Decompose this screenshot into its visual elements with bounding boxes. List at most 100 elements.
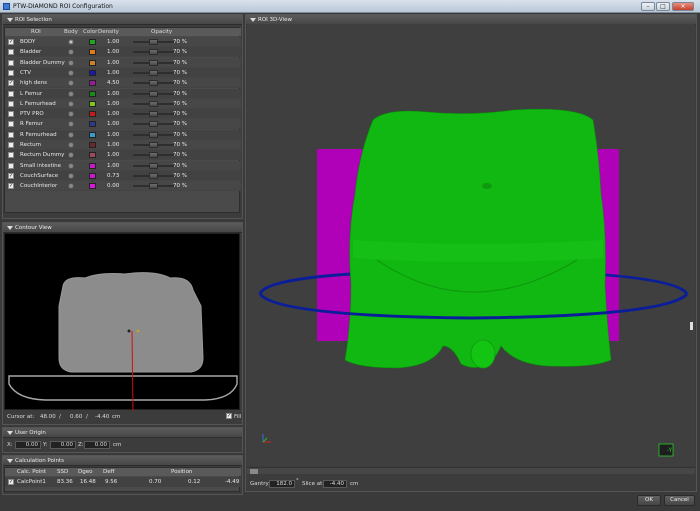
roi-opacity-slider-knob[interactable] bbox=[149, 162, 158, 169]
roi-body-radio[interactable] bbox=[68, 152, 74, 159]
roi-color-swatch[interactable] bbox=[89, 131, 96, 138]
roi-opacity-slider-knob[interactable] bbox=[149, 111, 158, 118]
roi-opacity-slider-knob[interactable] bbox=[149, 90, 158, 97]
roi-row[interactable]: ✓ high dens 4.50 70 % bbox=[5, 78, 241, 89]
roi-selection-header[interactable]: ROI Selection bbox=[3, 15, 242, 25]
roi-density[interactable]: 1.00 bbox=[107, 121, 119, 127]
contour-canvas[interactable] bbox=[4, 233, 240, 413]
roi-body-radio[interactable] bbox=[68, 59, 74, 66]
roi-color-swatch[interactable] bbox=[89, 100, 96, 107]
maximize-button[interactable]: □ bbox=[656, 2, 670, 11]
roi-row[interactable]: L Femurhead 1.00 70 % bbox=[5, 98, 241, 109]
user-origin-header[interactable]: User Origin bbox=[3, 428, 242, 438]
fill-checkbox[interactable]: ✓ bbox=[226, 413, 232, 419]
roi-color-swatch[interactable] bbox=[89, 121, 96, 128]
roi-color-swatch[interactable] bbox=[89, 152, 96, 159]
roi-visible-checkbox[interactable]: ✓ bbox=[8, 80, 14, 87]
roi-opacity-slider[interactable] bbox=[133, 152, 175, 159]
roi-visible-checkbox[interactable]: ✓ bbox=[8, 39, 14, 45]
roi-body-radio[interactable] bbox=[68, 69, 74, 76]
cancel-button[interactable]: Cancel bbox=[664, 495, 695, 506]
roi-density[interactable]: 1.00 bbox=[107, 132, 119, 138]
roi-opacity-slider-knob[interactable] bbox=[149, 152, 158, 159]
roi-visible-checkbox[interactable]: ✓ bbox=[8, 183, 14, 190]
roi-visible-checkbox[interactable] bbox=[8, 131, 14, 138]
roi-body-radio[interactable] bbox=[68, 131, 74, 138]
roi-row[interactable]: R Femurhead 1.00 70 % bbox=[5, 129, 241, 140]
roi-color-swatch[interactable] bbox=[89, 69, 96, 76]
roi-density[interactable]: 1.00 bbox=[107, 152, 119, 158]
roi-opacity-slider[interactable] bbox=[133, 183, 175, 190]
roi-body-radio[interactable] bbox=[68, 172, 74, 179]
roi-opacity-slider-knob[interactable] bbox=[149, 80, 158, 87]
roi-visible-checkbox[interactable] bbox=[8, 121, 14, 128]
roi-color-swatch[interactable] bbox=[89, 80, 96, 87]
roi-opacity-slider-knob[interactable] bbox=[149, 172, 158, 179]
roi-color-swatch[interactable] bbox=[89, 49, 96, 56]
close-button[interactable]: ✕ bbox=[672, 2, 694, 11]
roi-row[interactable]: ✓ CouchInterior 0.00 70 % bbox=[5, 181, 241, 192]
contour-view-header[interactable]: Contour View bbox=[3, 223, 242, 233]
roi-density[interactable]: 1.00 bbox=[107, 60, 119, 66]
roi-color-swatch[interactable] bbox=[89, 172, 96, 179]
roi-color-swatch[interactable] bbox=[89, 162, 96, 169]
roi-visible-checkbox[interactable] bbox=[8, 90, 14, 97]
roi-visible-checkbox[interactable] bbox=[8, 59, 14, 66]
roi-density[interactable]: 1.00 bbox=[107, 111, 119, 117]
calc-point-checkbox[interactable]: ✓ bbox=[8, 479, 14, 485]
roi-visible-checkbox[interactable] bbox=[8, 152, 14, 159]
roi-body-radio[interactable] bbox=[68, 80, 74, 87]
roi-opacity-slider[interactable] bbox=[133, 162, 175, 169]
roi-opacity-slider[interactable] bbox=[133, 49, 175, 56]
roi-opacity-slider-knob[interactable] bbox=[149, 183, 158, 190]
roi-density[interactable]: 0.00 bbox=[107, 183, 119, 189]
roi-density[interactable]: 0.73 bbox=[107, 173, 119, 179]
roi-opacity-slider[interactable] bbox=[133, 111, 175, 118]
roi-color-swatch[interactable] bbox=[89, 183, 96, 190]
roi-opacity-slider-knob[interactable] bbox=[149, 100, 158, 107]
roi-row[interactable]: CTV 1.00 70 % bbox=[5, 67, 241, 78]
roi-density[interactable]: 1.00 bbox=[107, 70, 119, 76]
roi-color-swatch[interactable] bbox=[89, 59, 96, 66]
slice-scrollbar[interactable] bbox=[247, 467, 695, 474]
roi-opacity-slider-knob[interactable] bbox=[149, 49, 158, 56]
roi-visible-checkbox[interactable] bbox=[8, 111, 14, 118]
roi-row[interactable]: Rectum 1.00 70 % bbox=[5, 140, 241, 150]
origin-y-field[interactable]: 0.00 bbox=[50, 441, 76, 449]
roi-body-radio[interactable] bbox=[68, 90, 74, 97]
roi-row[interactable]: L Femur 1.00 70 % bbox=[5, 88, 241, 99]
roi-color-swatch[interactable] bbox=[89, 142, 96, 148]
roi-opacity-slider[interactable] bbox=[133, 172, 175, 179]
roi-visible-checkbox[interactable] bbox=[8, 162, 14, 169]
slice-scrollbar-thumb[interactable] bbox=[250, 469, 258, 474]
roi-visible-checkbox[interactable] bbox=[8, 49, 14, 56]
roi-opacity-slider-knob[interactable] bbox=[149, 142, 158, 148]
table-row[interactable]: ✓ CalcPoint1 83.36 16.48 9.56 0.70 0.12 … bbox=[5, 477, 241, 487]
minimize-button[interactable]: – bbox=[641, 2, 655, 11]
roi-body-radio[interactable] bbox=[68, 111, 74, 118]
roi-visible-checkbox[interactable] bbox=[8, 100, 14, 107]
roi-visible-checkbox[interactable] bbox=[8, 142, 14, 148]
roi-density[interactable]: 1.00 bbox=[107, 91, 119, 97]
roi-body-radio[interactable] bbox=[68, 183, 74, 190]
gantry-field[interactable]: 182.0 bbox=[269, 480, 295, 488]
origin-x-field[interactable]: 0.00 bbox=[15, 441, 41, 449]
roi-opacity-slider[interactable] bbox=[133, 39, 175, 45]
roi-row[interactable]: Bladder 1.00 70 % bbox=[5, 47, 241, 58]
roi-row[interactable]: Rectum Dummy 1.00 70 % bbox=[5, 150, 241, 161]
roi-opacity-slider[interactable] bbox=[133, 142, 175, 148]
roi-row[interactable]: ✓ CouchSurface 0.73 70 % bbox=[5, 170, 241, 181]
roi-color-swatch[interactable] bbox=[89, 111, 96, 118]
roi-density[interactable]: 1.00 bbox=[107, 39, 119, 45]
roi-opacity-slider-knob[interactable] bbox=[149, 131, 158, 138]
roi-color-swatch[interactable] bbox=[89, 39, 96, 45]
slice-field[interactable]: -4.40 bbox=[323, 480, 347, 488]
roi-body-radio[interactable] bbox=[68, 121, 74, 128]
calc-points-header[interactable]: Calculation Points bbox=[3, 456, 242, 466]
roi-body-radio[interactable] bbox=[68, 100, 74, 107]
roi-opacity-slider-knob[interactable] bbox=[149, 39, 158, 45]
ok-button[interactable]: OK bbox=[637, 495, 661, 506]
roi-density[interactable]: 1.00 bbox=[107, 163, 119, 169]
roi-density[interactable]: 4.50 bbox=[107, 80, 119, 86]
roi-3d-viewport[interactable]: -Y bbox=[247, 24, 695, 466]
